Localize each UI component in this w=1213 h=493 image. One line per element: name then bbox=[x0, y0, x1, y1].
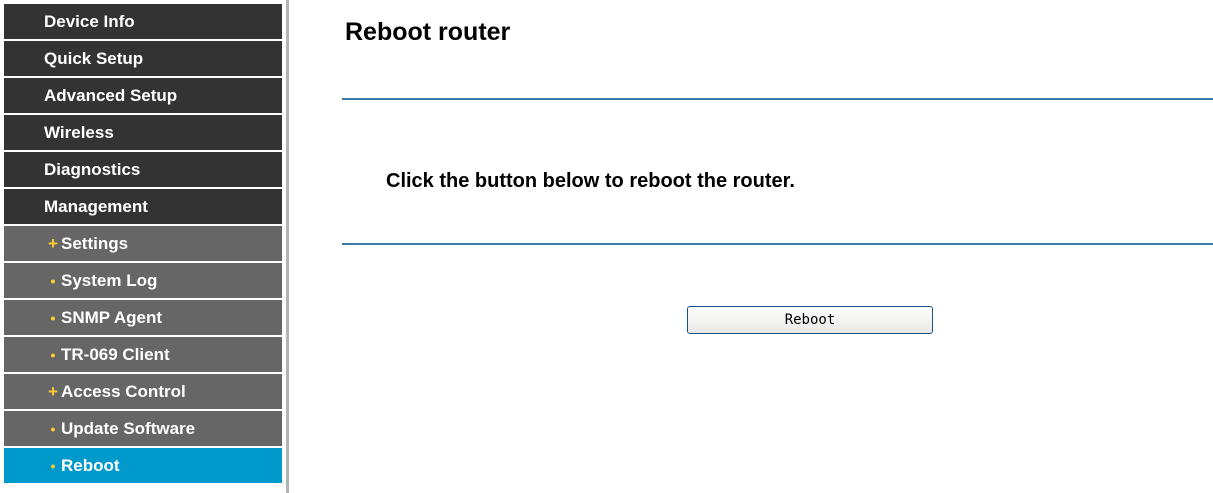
sidebar: Device Info Quick Setup Advanced Setup W… bbox=[0, 0, 286, 493]
sidebar-item-label: Wireless bbox=[44, 122, 114, 142]
divider-bottom bbox=[342, 243, 1213, 245]
plus-icon: + bbox=[48, 381, 58, 401]
sidebar-menu: Device Info Quick Setup Advanced Setup W… bbox=[4, 4, 282, 485]
sidebar-item-label: Management bbox=[44, 196, 148, 216]
sidebar-item-diagnostics[interactable]: Diagnostics bbox=[4, 152, 282, 187]
sidebar-item-label: Settings bbox=[61, 233, 129, 253]
sidebar-item-wireless[interactable]: Wireless bbox=[4, 115, 282, 150]
divider-top bbox=[342, 98, 1213, 100]
sidebar-item-label: System Log bbox=[61, 270, 158, 290]
sidebar-item-label: Device Info bbox=[44, 11, 135, 31]
bullet-icon: • bbox=[50, 420, 56, 437]
page-title: Reboot router bbox=[345, 18, 511, 46]
sidebar-item-tr-069-client[interactable]: • TR-069 Client bbox=[4, 337, 282, 372]
sidebar-item-label: Diagnostics bbox=[44, 159, 141, 179]
instruction-text: Click the button below to reboot the rou… bbox=[386, 170, 795, 192]
sidebar-item-update-software[interactable]: • Update Software bbox=[4, 411, 282, 446]
sidebar-item-reboot[interactable]: • Reboot bbox=[4, 448, 282, 483]
sidebar-item-advanced-setup[interactable]: Advanced Setup bbox=[4, 78, 282, 113]
plus-icon: + bbox=[48, 233, 58, 253]
reboot-button[interactable]: Reboot bbox=[687, 306, 933, 334]
page: Device Info Quick Setup Advanced Setup W… bbox=[0, 0, 1213, 493]
bullet-icon: • bbox=[50, 346, 56, 363]
sidebar-item-management[interactable]: Management bbox=[4, 189, 282, 224]
sidebar-item-snmp-agent[interactable]: • SNMP Agent bbox=[4, 300, 282, 335]
sidebar-item-access-control[interactable]: + Access Control bbox=[4, 374, 282, 409]
bullet-icon: • bbox=[50, 457, 56, 474]
sidebar-item-system-log[interactable]: • System Log bbox=[4, 263, 282, 298]
bullet-icon: • bbox=[50, 309, 56, 326]
sidebar-item-label: SNMP Agent bbox=[61, 307, 163, 327]
sidebar-item-label: Reboot bbox=[61, 455, 120, 475]
sidebar-item-device-info[interactable]: Device Info bbox=[4, 4, 282, 39]
sidebar-item-label: Access Control bbox=[61, 381, 186, 401]
sidebar-item-label: Quick Setup bbox=[44, 48, 144, 68]
sidebar-item-label: Update Software bbox=[61, 418, 196, 438]
bullet-icon: • bbox=[50, 272, 56, 289]
sidebar-item-label: TR-069 Client bbox=[61, 344, 170, 364]
main-content: Reboot router Click the button below to … bbox=[289, 0, 1213, 493]
sidebar-item-quick-setup[interactable]: Quick Setup bbox=[4, 41, 282, 76]
sidebar-item-label: Advanced Setup bbox=[44, 85, 178, 105]
sidebar-item-settings[interactable]: + Settings bbox=[4, 226, 282, 261]
